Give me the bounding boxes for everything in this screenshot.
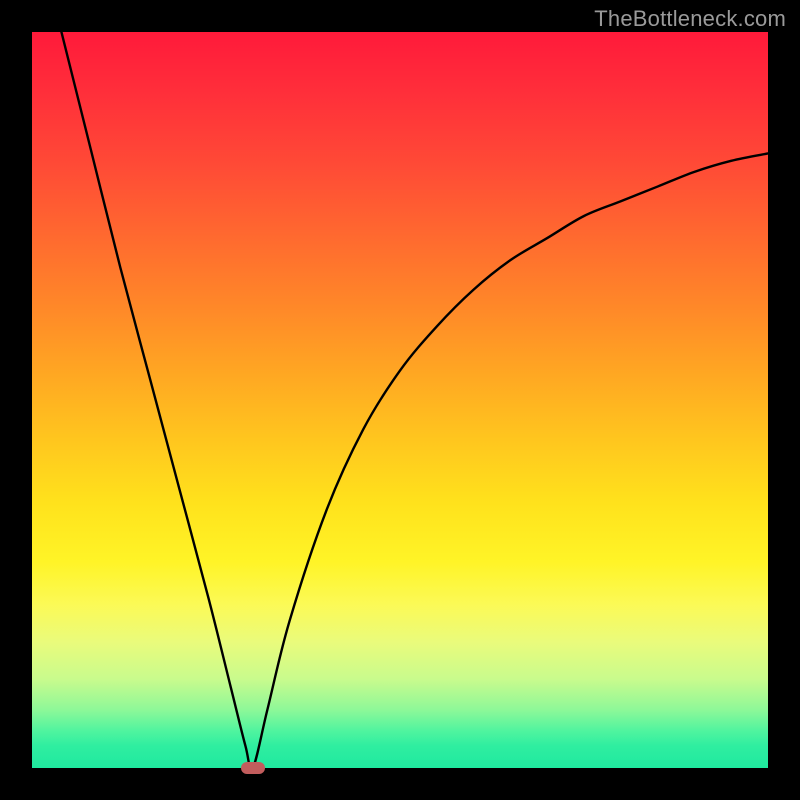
curve-svg [32,32,768,768]
chart-frame: TheBottleneck.com [0,0,800,800]
attribution-text: TheBottleneck.com [594,6,786,32]
optimal-point-marker [241,762,265,774]
bottleneck-curve [61,32,768,768]
plot-area [32,32,768,768]
